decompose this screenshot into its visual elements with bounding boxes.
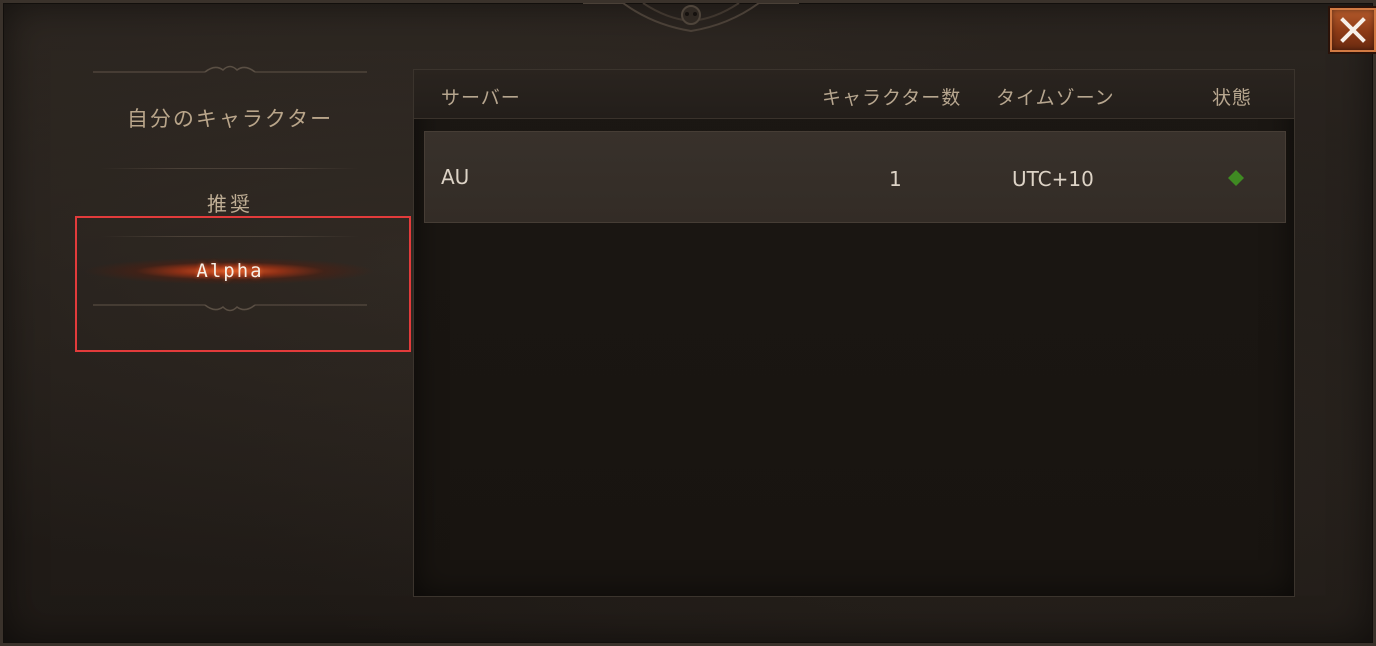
sidebar-item-alpha[interactable]: Alpha bbox=[85, 256, 375, 286]
sidebar-item-recommended[interactable]: 推奨 bbox=[85, 188, 375, 217]
close-button[interactable] bbox=[1330, 8, 1376, 52]
my-characters-title: 自分のキャラクター bbox=[126, 107, 334, 131]
bottom-flourish-icon bbox=[93, 304, 367, 312]
divider bbox=[101, 236, 359, 237]
column-header-status: 状態 bbox=[1212, 87, 1253, 109]
server-select-window: 自分のキャラクター 推奨 Alpha サーバー キャラクター数 タイムゾーン 状… bbox=[0, 0, 1376, 646]
top-ornament-icon bbox=[583, 3, 799, 33]
table-row[interactable]: AU 1 UTC+10 bbox=[424, 131, 1286, 223]
character-count: 1 bbox=[889, 167, 902, 191]
sidebar: 自分のキャラクター 推奨 Alpha bbox=[85, 58, 375, 328]
timezone-value: UTC+10 bbox=[1012, 167, 1094, 191]
column-header-character-count: キャラクター数 bbox=[822, 87, 962, 109]
top-flourish-icon bbox=[93, 65, 367, 73]
green-diamond-icon bbox=[1228, 170, 1244, 186]
divider bbox=[101, 168, 359, 169]
table-header: サーバー キャラクター数 タイムゾーン 状態 bbox=[414, 70, 1294, 119]
column-header-server: サーバー bbox=[441, 87, 521, 109]
column-header-timezone: タイムゾーン bbox=[996, 87, 1115, 109]
server-list-panel: サーバー キャラクター数 タイムゾーン 状態 AU 1 UTC+10 bbox=[413, 69, 1295, 597]
server-name: AU bbox=[441, 165, 470, 189]
close-icon bbox=[1340, 17, 1366, 43]
